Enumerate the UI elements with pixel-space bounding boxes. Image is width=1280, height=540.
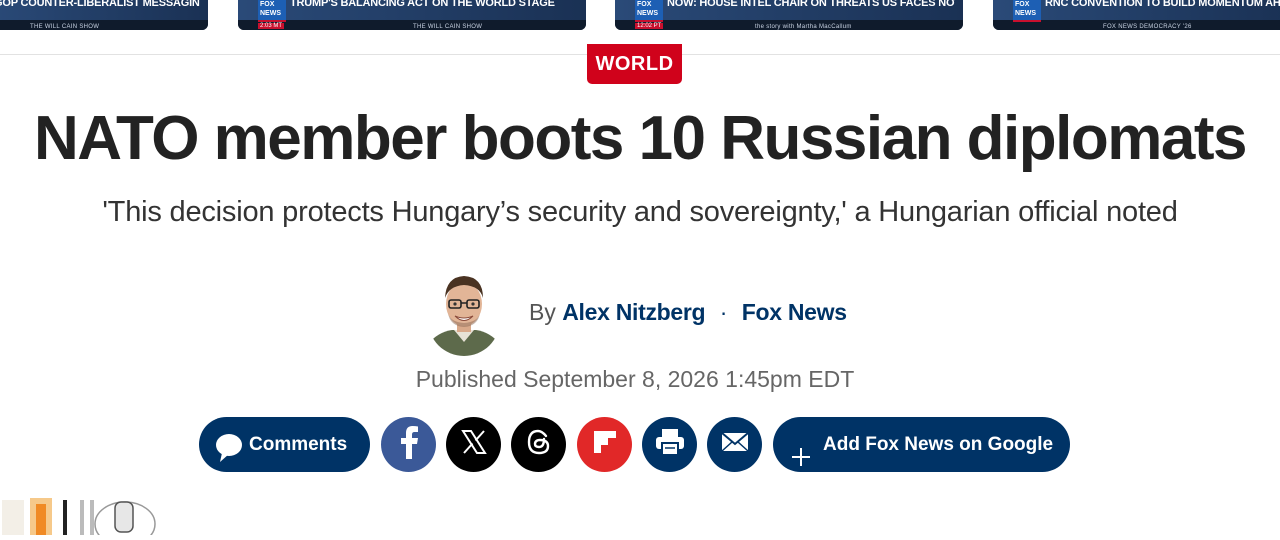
video-show-name: the story with Martha MacCallum xyxy=(755,24,852,30)
flipboard-share-button[interactable] xyxy=(577,417,632,472)
published-date: Published September 8, 2026 1:45pm EDT xyxy=(415,366,855,392)
print-icon xyxy=(655,428,685,461)
author-avatar[interactable] xyxy=(428,268,500,356)
byline-separator: · xyxy=(719,299,728,325)
video-show-name: FOX NEWS DEMOCRACY '26 xyxy=(1103,24,1192,30)
video-show-name: THE WILL CAIN SHOW xyxy=(30,24,100,30)
author-link[interactable]: Alex Nitzberg xyxy=(562,299,705,325)
email-icon xyxy=(720,432,749,457)
video-caption: RNC CONVENTION TO BUILD MOMENTUM AHEAD O… xyxy=(1045,0,1280,9)
comment-icon xyxy=(214,430,244,462)
byline: By Alex Nitzberg · Fox News xyxy=(529,297,847,327)
threads-share-button[interactable] xyxy=(511,417,566,472)
video-caption: TRUMP'S BALANCING ACT ON THE WORLD STAGE xyxy=(290,0,555,9)
share-toolbar: Comments Add Fox News on Google xyxy=(0,417,1280,472)
x-icon xyxy=(460,429,487,460)
outlet-link[interactable]: Fox News xyxy=(742,299,847,325)
facebook-share-button[interactable] xyxy=(381,417,436,472)
comments-button[interactable]: Comments xyxy=(199,417,370,472)
email-share-button[interactable] xyxy=(707,417,762,472)
video-timestamp: 2:03 MT xyxy=(258,23,285,29)
partial-bottom-image xyxy=(0,492,170,540)
flipboard-icon xyxy=(591,429,618,460)
video-show-name: THE WILL CAIN SHOW xyxy=(413,24,483,30)
video-thumbnail[interactable]: GOP COUNTER-LIBERALIST MESSAGING? THE WI… xyxy=(0,0,208,30)
article-headline: NATO member boots 10 Russian diplomats xyxy=(34,104,1247,173)
fox-news-logo: FOX NEWS xyxy=(1013,0,1041,22)
article-subheadline: 'This decision protects Hungary’s securi… xyxy=(102,196,1178,228)
video-caption: GOP COUNTER-LIBERALIST MESSAGING? xyxy=(0,0,200,9)
category-badge[interactable]: WORLD xyxy=(587,44,682,84)
video-thumbnail[interactable]: FOX NEWS NOW: HOUSE INTEL CHAIR ON THREA… xyxy=(615,0,963,30)
comments-label: Comments xyxy=(249,434,348,455)
add-on-google-label: Add Fox News on Google xyxy=(823,434,1054,455)
video-timestamp: 12:02 PT xyxy=(635,23,664,29)
video-thumbnail[interactable]: FOX NEWS TRUMP'S BALANCING ACT ON THE WO… xyxy=(238,0,586,30)
add-fox-news-on-google-button[interactable]: Add Fox News on Google xyxy=(773,417,1070,472)
x-share-button[interactable] xyxy=(446,417,501,472)
fox-news-logo: FOX NEWS xyxy=(635,0,663,22)
video-caption: NOW: HOUSE INTEL CHAIR ON THREATS US FAC… xyxy=(667,0,955,9)
plus-icon xyxy=(791,434,811,466)
threads-icon xyxy=(525,428,553,461)
facebook-icon xyxy=(399,425,419,464)
video-thumbnail[interactable]: FOX NEWS RNC CONVENTION TO BUILD MOMENTU… xyxy=(993,0,1280,30)
print-button[interactable] xyxy=(642,417,697,472)
byline-prefix: By xyxy=(529,299,556,325)
fox-news-logo: FOX NEWS xyxy=(258,0,286,22)
